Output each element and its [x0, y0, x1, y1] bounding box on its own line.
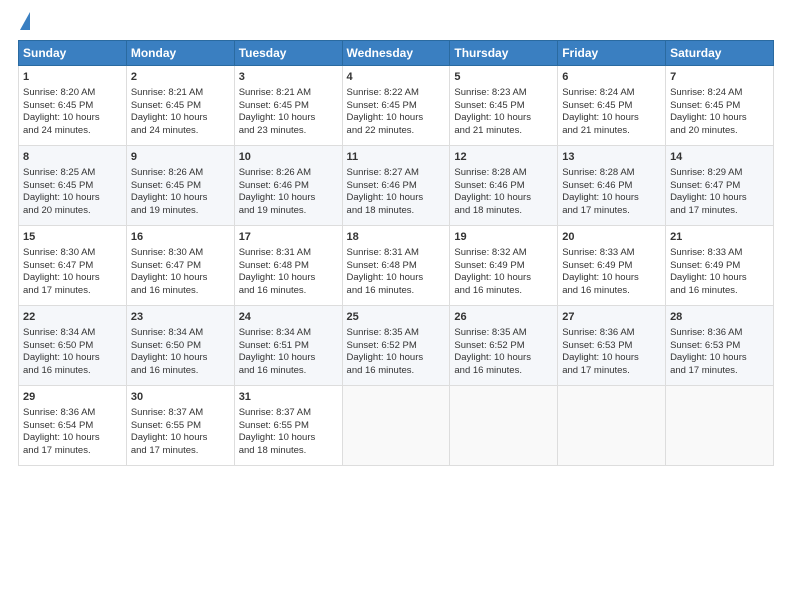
day-number: 9 [131, 150, 230, 165]
calendar-cell: 25Sunrise: 8:35 AMSunset: 6:52 PMDayligh… [342, 306, 450, 386]
day-number: 26 [454, 310, 553, 325]
calendar-week-row: 15Sunrise: 8:30 AMSunset: 6:47 PMDayligh… [19, 226, 774, 306]
day-number: 24 [239, 310, 338, 325]
day-number: 28 [670, 310, 769, 325]
calendar-cell: 12Sunrise: 8:28 AMSunset: 6:46 PMDayligh… [450, 146, 558, 226]
day-number: 13 [562, 150, 661, 165]
calendar-cell: 6Sunrise: 8:24 AMSunset: 6:45 PMDaylight… [558, 66, 666, 146]
day-number: 21 [670, 230, 769, 245]
calendar-table: SundayMondayTuesdayWednesdayThursdayFrid… [18, 40, 774, 466]
calendar-week-row: 22Sunrise: 8:34 AMSunset: 6:50 PMDayligh… [19, 306, 774, 386]
header-cell: Friday [558, 41, 666, 66]
calendar-cell: 8Sunrise: 8:25 AMSunset: 6:45 PMDaylight… [19, 146, 127, 226]
calendar-cell: 19Sunrise: 8:32 AMSunset: 6:49 PMDayligh… [450, 226, 558, 306]
day-number: 25 [347, 310, 446, 325]
calendar-cell: 21Sunrise: 8:33 AMSunset: 6:49 PMDayligh… [666, 226, 774, 306]
calendar-cell: 13Sunrise: 8:28 AMSunset: 6:46 PMDayligh… [558, 146, 666, 226]
calendar-cell: 27Sunrise: 8:36 AMSunset: 6:53 PMDayligh… [558, 306, 666, 386]
page: SundayMondayTuesdayWednesdayThursdayFrid… [0, 0, 792, 612]
header-row: SundayMondayTuesdayWednesdayThursdayFrid… [19, 41, 774, 66]
calendar-cell: 4Sunrise: 8:22 AMSunset: 6:45 PMDaylight… [342, 66, 450, 146]
day-number: 12 [454, 150, 553, 165]
calendar-week-row: 8Sunrise: 8:25 AMSunset: 6:45 PMDaylight… [19, 146, 774, 226]
calendar-cell [450, 386, 558, 466]
day-number: 3 [239, 70, 338, 85]
calendar-cell [342, 386, 450, 466]
day-number: 20 [562, 230, 661, 245]
calendar-cell [558, 386, 666, 466]
day-number: 11 [347, 150, 446, 165]
calendar-cell: 3Sunrise: 8:21 AMSunset: 6:45 PMDaylight… [234, 66, 342, 146]
calendar-cell: 31Sunrise: 8:37 AMSunset: 6:55 PMDayligh… [234, 386, 342, 466]
calendar-cell: 22Sunrise: 8:34 AMSunset: 6:50 PMDayligh… [19, 306, 127, 386]
calendar-cell: 24Sunrise: 8:34 AMSunset: 6:51 PMDayligh… [234, 306, 342, 386]
calendar-cell: 16Sunrise: 8:30 AMSunset: 6:47 PMDayligh… [126, 226, 234, 306]
calendar-cell: 23Sunrise: 8:34 AMSunset: 6:50 PMDayligh… [126, 306, 234, 386]
calendar-cell: 26Sunrise: 8:35 AMSunset: 6:52 PMDayligh… [450, 306, 558, 386]
day-number: 7 [670, 70, 769, 85]
day-number: 15 [23, 230, 122, 245]
calendar-cell: 1Sunrise: 8:20 AMSunset: 6:45 PMDaylight… [19, 66, 127, 146]
day-number: 27 [562, 310, 661, 325]
calendar-cell: 28Sunrise: 8:36 AMSunset: 6:53 PMDayligh… [666, 306, 774, 386]
day-number: 31 [239, 390, 338, 405]
calendar-cell: 14Sunrise: 8:29 AMSunset: 6:47 PMDayligh… [666, 146, 774, 226]
logo-triangle-icon [20, 12, 30, 30]
day-number: 4 [347, 70, 446, 85]
calendar-cell: 2Sunrise: 8:21 AMSunset: 6:45 PMDaylight… [126, 66, 234, 146]
day-number: 1 [23, 70, 122, 85]
day-number: 29 [23, 390, 122, 405]
header-cell: Thursday [450, 41, 558, 66]
day-number: 23 [131, 310, 230, 325]
day-number: 14 [670, 150, 769, 165]
calendar-cell: 9Sunrise: 8:26 AMSunset: 6:45 PMDaylight… [126, 146, 234, 226]
day-number: 6 [562, 70, 661, 85]
day-number: 10 [239, 150, 338, 165]
calendar-cell: 5Sunrise: 8:23 AMSunset: 6:45 PMDaylight… [450, 66, 558, 146]
calendar-cell: 11Sunrise: 8:27 AMSunset: 6:46 PMDayligh… [342, 146, 450, 226]
day-number: 5 [454, 70, 553, 85]
calendar-cell [666, 386, 774, 466]
header-cell: Monday [126, 41, 234, 66]
calendar-body: 1Sunrise: 8:20 AMSunset: 6:45 PMDaylight… [19, 66, 774, 466]
day-number: 30 [131, 390, 230, 405]
calendar-week-row: 29Sunrise: 8:36 AMSunset: 6:54 PMDayligh… [19, 386, 774, 466]
day-number: 19 [454, 230, 553, 245]
day-number: 2 [131, 70, 230, 85]
header-cell: Tuesday [234, 41, 342, 66]
calendar-header: SundayMondayTuesdayWednesdayThursdayFrid… [19, 41, 774, 66]
calendar-cell: 17Sunrise: 8:31 AMSunset: 6:48 PMDayligh… [234, 226, 342, 306]
header-cell: Wednesday [342, 41, 450, 66]
logo [18, 16, 30, 30]
calendar-week-row: 1Sunrise: 8:20 AMSunset: 6:45 PMDaylight… [19, 66, 774, 146]
day-number: 22 [23, 310, 122, 325]
header [18, 16, 774, 30]
day-number: 17 [239, 230, 338, 245]
header-cell: Sunday [19, 41, 127, 66]
calendar-cell: 10Sunrise: 8:26 AMSunset: 6:46 PMDayligh… [234, 146, 342, 226]
calendar-cell: 30Sunrise: 8:37 AMSunset: 6:55 PMDayligh… [126, 386, 234, 466]
calendar-cell: 15Sunrise: 8:30 AMSunset: 6:47 PMDayligh… [19, 226, 127, 306]
calendar-cell: 29Sunrise: 8:36 AMSunset: 6:54 PMDayligh… [19, 386, 127, 466]
calendar-cell: 18Sunrise: 8:31 AMSunset: 6:48 PMDayligh… [342, 226, 450, 306]
day-number: 8 [23, 150, 122, 165]
day-number: 16 [131, 230, 230, 245]
calendar-cell: 20Sunrise: 8:33 AMSunset: 6:49 PMDayligh… [558, 226, 666, 306]
day-number: 18 [347, 230, 446, 245]
calendar-cell: 7Sunrise: 8:24 AMSunset: 6:45 PMDaylight… [666, 66, 774, 146]
header-cell: Saturday [666, 41, 774, 66]
